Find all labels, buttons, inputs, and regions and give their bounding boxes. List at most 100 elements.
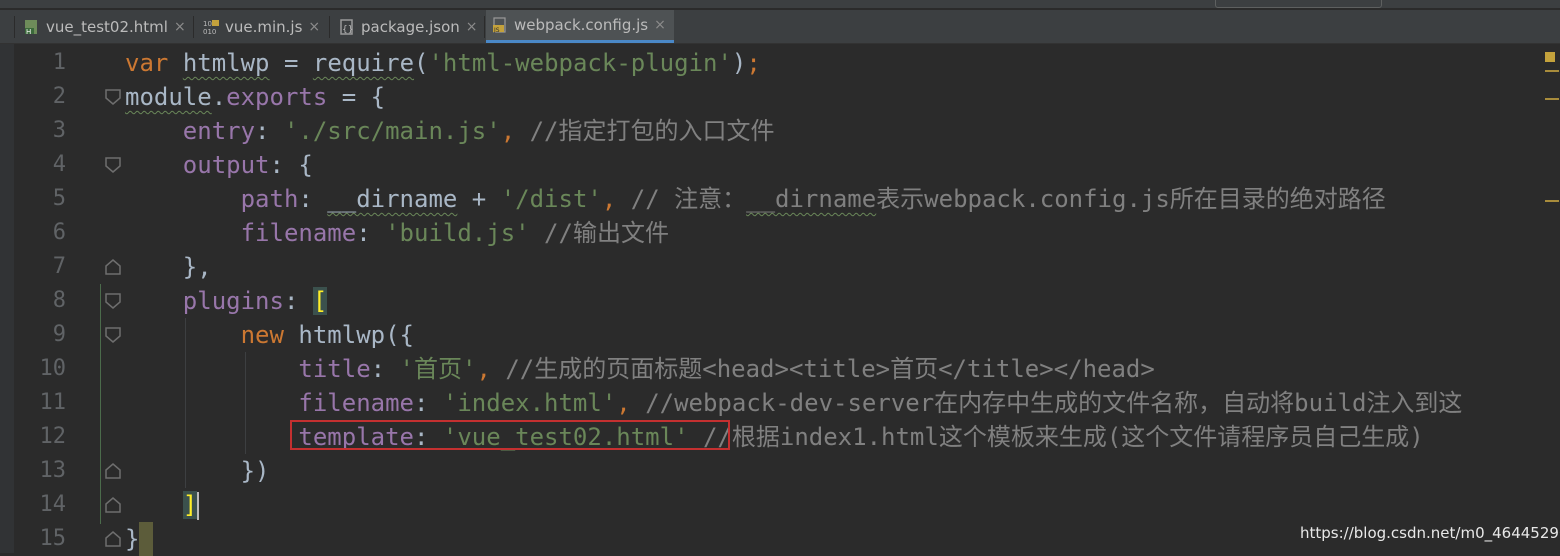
string-literal: './src/main.js' [283,117,501,145]
line-number: 11 [39,390,67,415]
editor-tab-bar: H vue_test02.html × 10 010 vue.min.js × {… [0,10,1560,44]
line-number: 2 [52,84,66,109]
property: path [240,185,299,213]
js-file-icon: JS [492,17,508,34]
code-line-2: 2 module.exports = { [0,80,1560,114]
line-number: 4 [52,152,66,177]
code-line-3: 3 entry: './src/main.js', //指定打包的入口文件 [0,114,1560,148]
line-number: 14 [39,492,67,517]
code-line-4: 4 output: { [0,148,1560,182]
comment: // 注意： [630,185,747,213]
tab-label: package.json [361,17,460,36]
code-line-5: 5 path: __dirname + '/dist', // 注意：__dir… [0,182,1560,216]
comment: //webpack-dev-server在内存中生成的文件名称，自动将build… [645,389,1463,417]
comment: __dirname [746,185,877,213]
annotation-highlight-box [290,420,730,450]
string-literal: '首页' [399,355,477,383]
line-number: 3 [52,118,66,143]
string-literal: 'build.js' [385,219,530,247]
string-literal: '/dist' [500,185,602,213]
code-line-8: 8 plugins: [ [0,284,1560,318]
property: output [182,151,270,179]
tab-separator [484,16,485,38]
code-line-1: 1 var htmlwp = require('html-webpack-plu… [0,46,1560,80]
close-icon[interactable]: × [466,19,478,35]
comment: //输出文件 [544,219,669,247]
string-literal: 'html-webpack-plugin' [428,49,732,77]
code-line-14: 14 ] [0,488,1560,522]
svg-text:JS: JS [493,27,500,33]
svg-text:{}: {} [342,25,353,35]
tab-label: webpack.config.js [514,16,649,34]
error-stripe[interactable] [1540,44,1560,553]
keyword: var [125,49,169,77]
property: exports [226,83,328,111]
add-configuration-button[interactable] [1215,0,1382,8]
identifier: htmlwp [182,49,270,77]
fold-end-icon[interactable] [104,496,122,514]
tab-package-json[interactable]: {} package.json × [333,10,483,43]
fold-end-icon[interactable] [104,462,122,480]
identifier: __dirname [327,185,458,213]
code-line-11: 11 filename: 'index.html', //webpack-dev… [0,386,1560,420]
string-literal: 'index.html' [442,389,617,417]
fold-icon[interactable] [104,326,122,344]
json-file-icon: {} [339,18,355,35]
fold-icon[interactable] [104,156,122,174]
fold-icon[interactable] [104,88,122,106]
comment: //指定打包的入口文件 [529,117,775,145]
fold-icon[interactable] [104,292,122,310]
comment: 表示webpack.config.js所在目录的绝对路径 [876,185,1386,213]
binary-js-file-icon: 10 010 [203,19,219,36]
line-number: 7 [52,254,66,279]
code-line-10: 10 title: '首页', //生成的页面标题<head><title>首页… [0,352,1560,386]
tab-separator [193,16,194,38]
scroll-marker[interactable] [1545,70,1559,72]
tab-separator [14,16,15,38]
code-line-7: 7 }, [0,250,1560,284]
tab-label: vue_test02.html [46,17,168,36]
tab-vue-min-js[interactable]: 10 010 vue.min.js × [197,10,327,43]
comment: //生成的页面标题<head><title>首页</title></head> [505,355,1155,383]
watermark-text: https://blog.csdn.net/m0_46445296 [1300,524,1560,542]
svg-text:010: 010 [203,28,216,35]
close-icon[interactable]: × [654,17,666,33]
line-number: 9 [52,322,66,347]
code-editor[interactable]: 1 var htmlwp = require('html-webpack-plu… [0,44,1540,556]
fold-end-icon[interactable] [104,258,122,276]
line-number: 8 [52,288,66,313]
fold-end-icon[interactable] [104,530,122,548]
tab-separator [329,16,330,38]
matched-bracket: ] [182,491,198,519]
property: filename [240,219,357,247]
property: entry [182,117,256,145]
property: filename [298,389,414,417]
property: plugins [182,287,284,315]
line-number: 5 [52,186,66,211]
identifier: module [125,83,212,111]
warning-indicator-icon[interactable] [1545,52,1555,62]
scroll-marker[interactable] [1545,200,1559,202]
tab-vue-test02-html[interactable]: H vue_test02.html × [18,10,191,43]
svg-text:10: 10 [203,20,212,28]
property: title [298,355,371,383]
bracket-highlight [139,522,154,556]
line-number: 12 [39,424,67,449]
code-line-6: 6 filename: 'build.js' //输出文件 [0,216,1560,250]
code-line-9: 9 new htmlwp({ [0,318,1560,352]
line-number: 6 [52,220,66,245]
function-name: require [312,49,415,77]
close-icon[interactable]: × [174,19,186,35]
code-line-12: 12 template: 'vue_test02.html' //根据index… [0,420,1560,454]
html-file-icon: H [24,19,40,36]
scroll-marker[interactable] [1545,98,1559,100]
code-line-13: 13 }) [0,454,1560,488]
line-number: 1 [52,50,66,75]
comment: //根据index1.html这个模板来生成(这个文件请程序员自己生成) [702,423,1424,451]
line-number: 13 [39,458,67,483]
tab-webpack-config-js[interactable]: JS webpack.config.js × [486,10,674,43]
title-bar-strip [0,0,1560,8]
close-icon[interactable]: × [308,19,320,35]
line-number: 10 [39,356,67,381]
tab-label: vue.min.js [225,17,303,36]
